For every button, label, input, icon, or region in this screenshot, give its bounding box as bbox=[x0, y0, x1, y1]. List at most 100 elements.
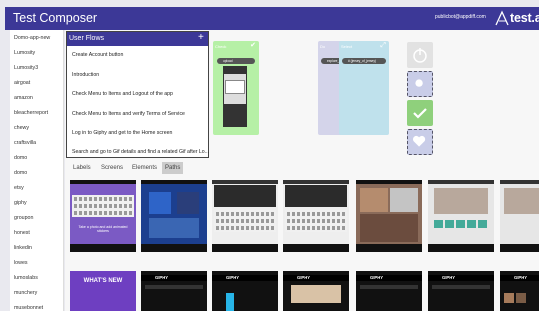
gif-tile bbox=[177, 192, 199, 214]
flow-item[interactable]: Search and go to Gif details and find a … bbox=[72, 149, 209, 156]
search-header bbox=[214, 185, 276, 207]
sidebar-item[interactable]: chewy bbox=[14, 124, 29, 132]
sidebar-item[interactable]: Lumosity bbox=[14, 49, 35, 57]
power-action[interactable] bbox=[407, 42, 433, 68]
user-flows-header: User Flows + bbox=[67, 32, 208, 46]
tab-elements[interactable]: Elements bbox=[129, 162, 160, 174]
sidebar-item[interactable]: giphy bbox=[14, 199, 27, 207]
expand-icon: ⤢ bbox=[380, 42, 386, 49]
user-email[interactable]: publicbot@appdiff.com bbox=[435, 14, 486, 21]
search-header bbox=[285, 185, 347, 207]
plus-icon[interactable]: + bbox=[198, 33, 204, 43]
screenshot-thumb[interactable]: GIPHY bbox=[283, 271, 349, 311]
key-row bbox=[216, 226, 274, 230]
sidebar-item[interactable]: amazon bbox=[14, 94, 33, 102]
whats-new-title: WHAT'S NEW bbox=[83, 278, 123, 284]
screenshot-dialog bbox=[225, 80, 245, 94]
user-flows-title: User Flows bbox=[69, 35, 105, 42]
flow-node-select[interactable]: Select ⤢ # (jersey_of_jersey) bbox=[339, 41, 389, 135]
giphy-bar: GIPHY bbox=[356, 275, 422, 281]
node-label: Select bbox=[341, 44, 353, 49]
sidebar-item[interactable]: lowes bbox=[14, 259, 28, 267]
nav-bar bbox=[141, 244, 207, 252]
gif-tile bbox=[360, 188, 388, 212]
sidebar-item[interactable]: domo bbox=[14, 169, 27, 177]
keyboard-image bbox=[285, 210, 347, 232]
sidebar-item[interactable]: linkedin bbox=[14, 244, 32, 252]
sidebar-item[interactable]: craftsvilla bbox=[14, 139, 36, 147]
key-row bbox=[74, 211, 132, 215]
search-field bbox=[145, 285, 203, 289]
giphy-bar: GIPHY bbox=[428, 275, 494, 281]
key-row bbox=[287, 219, 345, 223]
tab-labels[interactable]: Labels bbox=[70, 162, 94, 174]
screenshot-thumb[interactable] bbox=[356, 180, 422, 252]
sidebar-item[interactable]: etsy bbox=[14, 184, 24, 192]
gif-tile bbox=[149, 218, 199, 238]
screenshot-thumb[interactable]: Take a photo and add animated stickers bbox=[70, 180, 136, 252]
screenshot-thumb[interactable] bbox=[428, 180, 494, 252]
status-bar bbox=[356, 180, 422, 184]
gif-tile bbox=[291, 285, 341, 303]
giphy-bar: GIPHY bbox=[141, 275, 207, 281]
check-icon: ✔ bbox=[250, 42, 256, 49]
status-bar bbox=[500, 180, 539, 184]
sidebar-item[interactable]: groupon bbox=[14, 214, 33, 222]
screenshot-thumb[interactable] bbox=[500, 180, 539, 252]
check-icon bbox=[413, 108, 427, 119]
onboarding-caption: Take a photo and add animated stickers bbox=[78, 225, 128, 233]
sidebar-item[interactable]: Domo-app-new bbox=[14, 34, 50, 42]
screenshot-thumb[interactable]: GIPHY bbox=[500, 271, 539, 311]
flow-node-check[interactable]: Check ✔ upload bbox=[213, 41, 259, 135]
nav-bar bbox=[356, 244, 422, 252]
screenshot-thumb[interactable]: GIPHY bbox=[212, 271, 278, 311]
testai-logo[interactable]: test.ai bbox=[495, 9, 539, 28]
power-icon bbox=[413, 48, 427, 63]
heart-icon bbox=[412, 135, 426, 147]
sidebar-item[interactable]: munchery bbox=[14, 289, 37, 297]
app-title: Test Composer bbox=[13, 11, 98, 25]
flow-item[interactable]: Introduction bbox=[72, 72, 99, 79]
key-row bbox=[216, 219, 274, 223]
nav-bar bbox=[212, 244, 278, 252]
screenshot-thumb[interactable] bbox=[212, 180, 278, 252]
main-area: User Flows + Create Account button Intro… bbox=[65, 30, 539, 311]
giphy-bar: GIPHY bbox=[500, 275, 539, 281]
gif-preview bbox=[504, 188, 539, 214]
sidebar-item[interactable]: Lumosity3 bbox=[14, 64, 38, 72]
screenshot-thumb[interactable] bbox=[283, 180, 349, 252]
sidebar-item[interactable]: musebonnet bbox=[14, 304, 43, 311]
flow-item[interactable]: Check Menu to Items and Logout of the ap… bbox=[72, 91, 173, 98]
check-action[interactable] bbox=[407, 100, 433, 126]
app-header: Test Composer publicbot@appdiff.com test… bbox=[5, 7, 539, 30]
gif-tile bbox=[360, 214, 418, 242]
search-field bbox=[432, 285, 490, 289]
sidebar-item[interactable]: airgoat bbox=[14, 79, 30, 87]
logo-text: test.ai bbox=[510, 11, 539, 25]
flow-item[interactable]: Create Account button bbox=[72, 52, 123, 59]
screenshot-thumb[interactable]: GIPHY bbox=[428, 271, 494, 311]
node-screenshot bbox=[223, 66, 247, 127]
touch-icon bbox=[415, 79, 423, 87]
sidebar-item[interactable]: honest bbox=[14, 229, 30, 237]
flow-item[interactable]: Check Menu to Items and verify Terms of … bbox=[72, 111, 185, 118]
screenshot-thumb[interactable] bbox=[141, 180, 207, 252]
flow-item[interactable]: Log in to Giphy and get to the Home scre… bbox=[72, 130, 172, 137]
status-bar bbox=[141, 180, 207, 184]
user-flows-panel: User Flows + Create Account button Intro… bbox=[66, 31, 209, 158]
touch-action[interactable] bbox=[407, 71, 433, 97]
screenshot-thumb[interactable]: GIPHY bbox=[141, 271, 207, 311]
sidebar-item[interactable]: domo bbox=[14, 154, 27, 162]
keyboard-image bbox=[214, 210, 276, 232]
heart-action[interactable] bbox=[407, 129, 433, 155]
flow-graph: Check ✔ upload Do ⤢ explore_log Select ⤢… bbox=[209, 31, 539, 158]
screenshot-thumb[interactable]: GIPHY bbox=[356, 271, 422, 311]
gif-tile bbox=[226, 293, 234, 311]
sidebar-item[interactable]: bleacherreport bbox=[14, 109, 48, 117]
tab-screens[interactable]: Screens bbox=[98, 162, 126, 174]
screenshot-thumb[interactable]: WHAT'S NEW bbox=[70, 271, 136, 311]
nav-bar bbox=[428, 244, 494, 252]
share-buttons bbox=[434, 220, 488, 228]
sidebar-item[interactable]: lumoslabs bbox=[14, 274, 38, 282]
tab-paths[interactable]: Paths bbox=[162, 162, 184, 174]
